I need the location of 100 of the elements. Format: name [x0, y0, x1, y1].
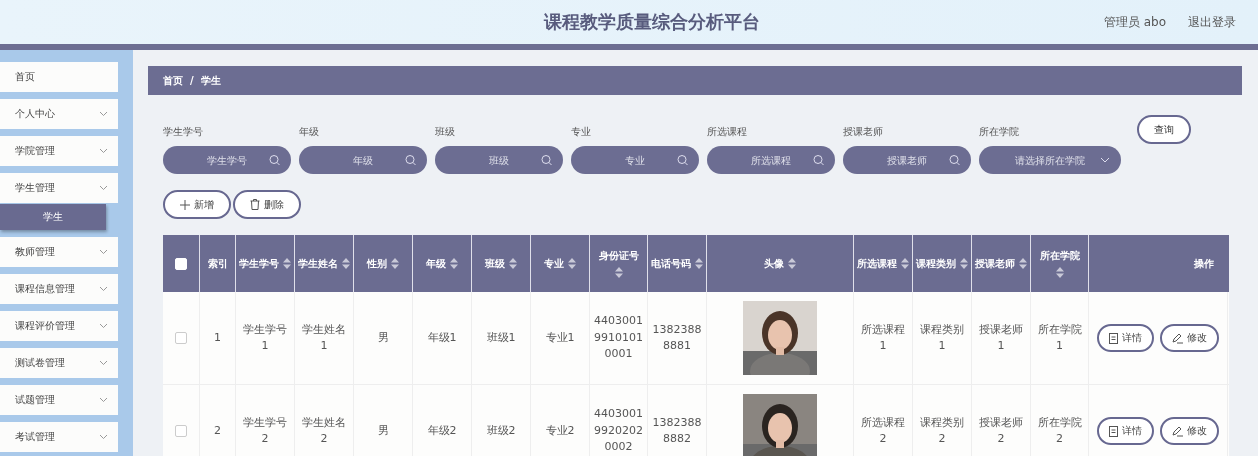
document-icon [1109, 332, 1118, 344]
filter-label: 专业 [571, 125, 592, 139]
column-header: 学生姓名 [298, 256, 338, 271]
filter-label: 所在学院 [979, 125, 1020, 139]
chevron-icon [99, 111, 108, 117]
row-checkbox[interactable] [175, 332, 187, 344]
chevron-icon [99, 249, 108, 255]
search-icon [269, 154, 280, 166]
chevron-icon [99, 185, 108, 191]
college-dropdown[interactable]: 请选择所在学院 [979, 146, 1121, 174]
filter-label: 年级 [299, 125, 320, 139]
sort-icon[interactable] [788, 258, 796, 269]
sort-icon[interactable] [695, 258, 703, 269]
plus-icon [180, 199, 190, 210]
filter-label: 学生学号 [163, 125, 204, 139]
table-cell-text: 课程类别2 [919, 414, 965, 447]
trash-icon [250, 199, 260, 210]
breadcrumb-link[interactable]: 首页 [163, 73, 183, 88]
table-cell-text: 男 [377, 422, 389, 439]
search-icon [405, 154, 416, 166]
chevron-icon [1100, 157, 1110, 163]
menu-item[interactable]: 课程评价管理 [0, 311, 118, 341]
search-field[interactable]: 所选课程 [707, 146, 835, 174]
detail-button[interactable]: 详情 [1097, 417, 1154, 445]
logout-link[interactable]: 退出登录 [1188, 13, 1236, 31]
search-field[interactable]: 授课老师 [843, 146, 971, 174]
table-cell-text: 男 [377, 329, 389, 346]
menu-item[interactable]: 考试管理 [0, 422, 118, 452]
search-field[interactable]: 专业 [571, 146, 699, 174]
table-cell-text: 所在学院2 [1036, 414, 1083, 447]
detail-button[interactable]: 详情 [1097, 324, 1154, 352]
edit-button[interactable]: 修改 [1160, 417, 1219, 445]
menu-item[interactable]: 测试卷管理 [0, 348, 118, 378]
chevron-icon [99, 148, 108, 154]
delete-button[interactable]: 删除 [233, 190, 301, 219]
document-icon [1109, 425, 1118, 437]
menu-item[interactable]: 试题管理 [0, 385, 118, 415]
column-header: 索引 [207, 256, 228, 271]
column-header: 课程类别 [916, 256, 956, 271]
table-cell-text: 1 [214, 329, 221, 346]
sort-icon[interactable] [1019, 258, 1027, 269]
table-cell-text: 专业2 [545, 422, 575, 439]
user-name: 管理员 abo [1103, 13, 1166, 31]
submenu-item[interactable]: 学生 [0, 204, 106, 230]
query-button[interactable]: 查询 [1137, 115, 1191, 144]
search-field[interactable]: 学生学号 [163, 146, 291, 174]
chevron-icon [99, 323, 108, 329]
sort-icon[interactable] [283, 258, 291, 269]
table-cell-text: 年级2 [427, 422, 457, 439]
table-cell-text: 年级1 [427, 329, 457, 346]
table-cell-text: 13823888881 [652, 321, 702, 354]
column-header: 操作 [1194, 256, 1214, 271]
sort-icon[interactable] [1055, 267, 1064, 278]
column-header: 所选课程 [857, 256, 897, 271]
column-header: 学生学号 [239, 256, 279, 271]
search-field[interactable]: 年级 [299, 146, 427, 174]
sort-icon[interactable] [614, 267, 623, 278]
menu-item[interactable]: 课程信息管理 [0, 274, 118, 304]
menu-item[interactable]: 教师管理 [0, 237, 118, 267]
menu-item[interactable]: 学生管理 [0, 173, 118, 203]
search-icon [949, 154, 960, 166]
pencil-icon [1172, 425, 1183, 437]
chevron-icon [99, 360, 108, 366]
menu-item[interactable]: 学院管理 [0, 136, 118, 166]
menu-item[interactable]: 首页 [0, 62, 118, 92]
table-cell-text: 所选课程1 [860, 321, 906, 354]
table-cell-text: 学生学号1 [242, 321, 288, 354]
sort-icon[interactable] [391, 258, 399, 269]
sort-icon[interactable] [568, 258, 576, 269]
column-header: 年级 [426, 256, 446, 271]
sort-icon[interactable] [509, 258, 517, 269]
breadcrumb-link[interactable]: 学生 [200, 73, 221, 88]
chevron-icon [99, 397, 108, 403]
table-cell-text: 13823888882 [652, 414, 702, 447]
sort-icon[interactable] [960, 258, 968, 269]
table-cell-text: 2 [214, 422, 221, 439]
menu-item[interactable]: 个人中心 [0, 99, 118, 129]
row-checkbox[interactable] [175, 425, 187, 437]
sort-icon[interactable] [901, 258, 909, 269]
table-cell-text: 学生学号2 [242, 414, 288, 447]
search-field[interactable]: 班级 [435, 146, 563, 174]
column-header: 专业 [544, 256, 564, 271]
edit-button[interactable]: 修改 [1160, 324, 1219, 352]
pencil-icon [1172, 332, 1183, 344]
site-title: 课程教学质量综合分析平台 [542, 10, 761, 34]
column-header: 身份证号 [598, 249, 639, 263]
table-cell-text: 班级1 [486, 329, 516, 346]
chevron-icon [99, 286, 108, 292]
select-all-checkbox[interactable] [175, 257, 187, 270]
table-cell-text: 班级2 [486, 422, 516, 439]
table-cell-text: 学生姓名1 [301, 321, 347, 354]
sort-icon[interactable] [450, 258, 458, 269]
column-header: 性别 [367, 256, 387, 271]
table-cell: 440300199101010001 [594, 313, 643, 363]
column-header: 班级 [485, 256, 505, 271]
table-cell-text: 课程类别1 [919, 321, 965, 354]
add-button[interactable]: 新增 [163, 190, 231, 219]
column-header: 授课老师 [975, 256, 1015, 271]
table-cell-text: 所在学院1 [1036, 321, 1083, 354]
sort-icon[interactable] [342, 258, 350, 269]
